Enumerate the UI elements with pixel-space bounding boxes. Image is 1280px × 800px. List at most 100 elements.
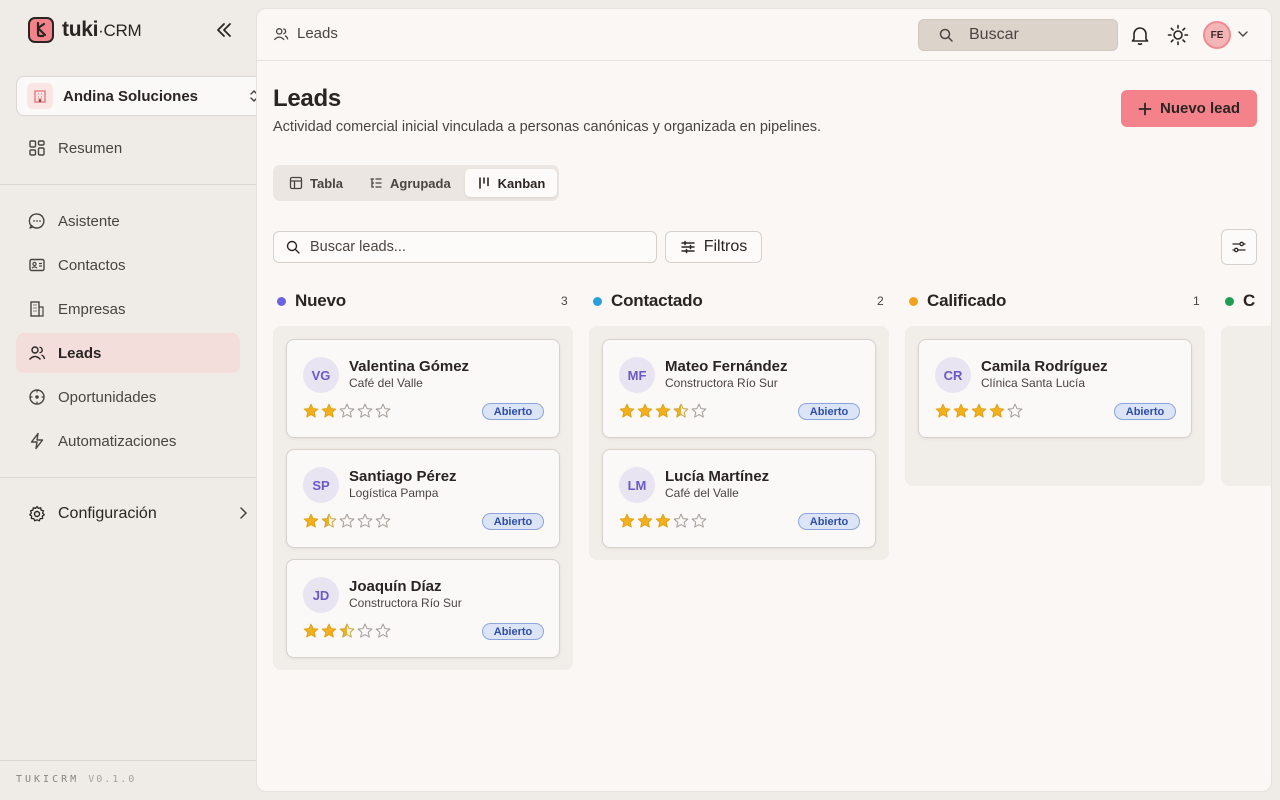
filters-label: Filtros (703, 238, 748, 255)
rating-stars (303, 403, 391, 419)
filters-button[interactable]: Filtros (665, 231, 762, 263)
kanban-column-calificado: CR Camila Rodríguez Clínica Santa Lucía … (905, 326, 1205, 486)
nav-item-empresas[interactable]: Empresas (16, 289, 240, 329)
tab-kanban[interactable]: Kanban (464, 169, 558, 197)
page-title: Leads (273, 85, 341, 112)
star-icon (357, 513, 373, 528)
star-icon (619, 403, 635, 418)
status-dot (909, 296, 918, 306)
lead-name: Santiago Pérez (349, 468, 457, 485)
lead-card[interactable]: CR Camila Rodríguez Clínica Santa Lucía … (918, 339, 1192, 438)
lead-avatar: VG (303, 357, 339, 393)
breadcrumb: Leads (273, 25, 338, 42)
tab-tabla[interactable]: Tabla (277, 169, 355, 197)
rating-stars (619, 403, 707, 419)
star-icon (655, 513, 671, 528)
version-number: V0.1.0 (88, 774, 137, 785)
tab-label: Tabla (310, 175, 343, 191)
lead-card[interactable]: JD Joaquín Díaz Constructora Río Sur Abi… (286, 559, 560, 658)
notifications-button[interactable] (1129, 24, 1151, 51)
nav-item-automatizaciones[interactable]: Automatizaciones (16, 421, 240, 461)
nav-item-configuracion[interactable]: Configuración (16, 494, 248, 534)
star-icon (339, 513, 355, 528)
divider (0, 477, 256, 478)
gear-icon (28, 505, 46, 523)
nav-item-resumen[interactable]: Resumen (16, 128, 240, 168)
main-panel: Leads Buscar FE Leads Actividad comercia… (256, 8, 1272, 792)
lead-card[interactable]: MF Mateo Fernández Constructora Río Sur … (602, 339, 876, 438)
star-icon (691, 513, 707, 528)
logo-icon (28, 17, 54, 43)
users-icon (28, 344, 46, 362)
lead-avatar: MF (619, 357, 655, 393)
lead-name: Joaquín Díaz (349, 578, 442, 595)
tab-agrupada[interactable]: Agrupada (357, 169, 463, 197)
star-icon (375, 513, 391, 528)
star-icon (691, 403, 707, 418)
column-count: 3 (561, 294, 568, 308)
nav-label: Oportunidades (58, 388, 157, 406)
rating-stars (303, 623, 391, 639)
column-header-nuevo: Nuevo (277, 291, 346, 311)
page-subtitle: Actividad comercial inicial vinculada a … (273, 119, 822, 135)
star-icon (619, 513, 635, 528)
lead-company: Constructora Río Sur (349, 596, 462, 610)
view-settings-button[interactable] (1221, 229, 1257, 265)
column-count: 1 (1193, 294, 1200, 308)
column-header-contactado: Contactado (593, 291, 703, 311)
nav-label: Contactos (58, 256, 126, 274)
nav-item-leads[interactable]: Leads (16, 333, 240, 373)
lead-company: Clínica Santa Lucía (981, 376, 1086, 390)
divider (0, 184, 256, 185)
plus-icon (1138, 102, 1152, 115)
lead-card[interactable]: SP Santiago Pérez Logística Pampa Abiert… (286, 449, 560, 548)
dashboard-icon (28, 139, 46, 157)
lightning-icon (28, 432, 46, 450)
star-icon (971, 403, 987, 418)
star-icon (357, 623, 373, 638)
search-icon (286, 240, 300, 254)
tab-label: Kanban (497, 175, 546, 191)
nav-item-contactos[interactable]: Contactos (16, 245, 240, 285)
sliders-icon (681, 240, 695, 254)
nav-label: Leads (58, 344, 102, 362)
star-icon (637, 513, 653, 528)
star-icon (321, 403, 337, 418)
users-icon (273, 27, 289, 40)
star-icon (935, 403, 951, 418)
star-icon (637, 403, 653, 418)
column-title: C (1243, 291, 1256, 310)
logo-suffix: CRM (103, 21, 142, 40)
organization-switcher[interactable]: Andina Soluciones (16, 76, 264, 116)
contact-card-icon (28, 256, 46, 274)
rating-stars (935, 403, 1023, 419)
global-search[interactable]: Buscar (918, 19, 1118, 51)
list-tree-icon (370, 178, 382, 188)
theme-toggle-button[interactable] (1167, 24, 1189, 51)
lead-card[interactable]: LM Lucía Martínez Café del Valle Abierto (602, 449, 876, 548)
collapse-sidebar-button[interactable] (214, 20, 234, 40)
lead-card[interactable]: VG Valentina Gómez Café del Valle Abiert… (286, 339, 560, 438)
topbar: Leads Buscar FE (257, 9, 1271, 61)
new-lead-label: Nuevo lead (1159, 100, 1241, 117)
bell-icon (1131, 27, 1149, 46)
column-header-next: C (1225, 291, 1255, 311)
nav-label: Configuración (58, 505, 157, 522)
star-icon (655, 403, 671, 418)
column-title: Calificado (927, 291, 1007, 310)
app-logo[interactable]: tuki·CRM (28, 17, 142, 43)
nav-label: Resumen (58, 139, 123, 157)
breadcrumb-label: Leads (297, 25, 338, 42)
chevron-down-icon[interactable] (1237, 29, 1249, 39)
nav-item-asistente[interactable]: Asistente (16, 201, 240, 241)
lead-name: Valentina Gómez (349, 358, 470, 375)
star-icon (375, 623, 391, 638)
user-avatar[interactable]: FE (1203, 21, 1231, 49)
lead-search-input[interactable] (310, 239, 640, 255)
building-icon (27, 83, 53, 109)
new-lead-button[interactable]: Nuevo lead (1121, 90, 1257, 127)
nav-item-oportunidades[interactable]: Oportunidades (16, 377, 240, 417)
nav-label: Empresas (58, 300, 126, 318)
chevron-right-icon (240, 507, 248, 519)
star-icon (339, 623, 355, 638)
